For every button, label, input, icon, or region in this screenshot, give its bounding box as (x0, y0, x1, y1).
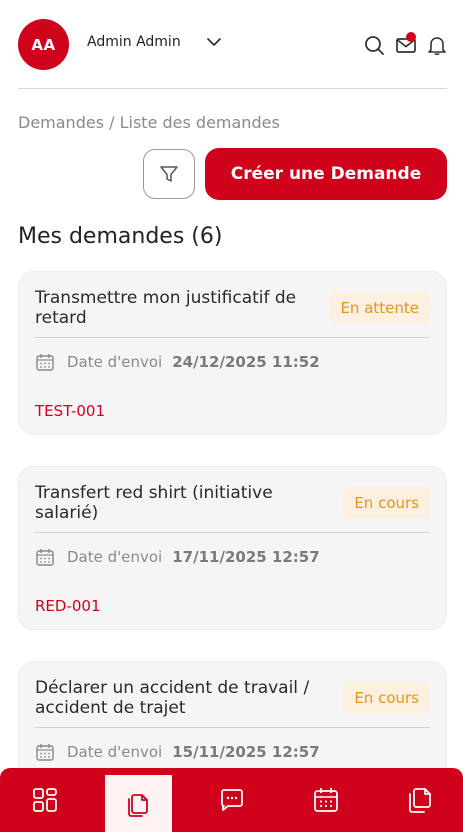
request-title: Transfert red shirt (initiative salarié) (35, 483, 273, 523)
card-divider (35, 337, 430, 338)
user-name[interactable]: Admin Admin (87, 34, 181, 50)
nav-calendar[interactable] (292, 768, 359, 832)
filter-icon (160, 166, 178, 182)
date-row: Date d'envoi 24/12/2025 11:52 (35, 352, 320, 372)
documents-icon (127, 793, 148, 817)
date-label: Date d'envoi (67, 548, 163, 566)
nav-dashboard[interactable] (11, 768, 78, 832)
nav-messages[interactable] (198, 768, 265, 832)
request-title: Transmettre mon justificatif de retard (35, 288, 297, 328)
date-row: Date d'envoi 15/11/2025 12:57 (35, 742, 320, 762)
calendar-icon (36, 354, 54, 371)
status-badge: En cours (343, 487, 430, 519)
request-reference: RED-001 (35, 597, 101, 615)
date-value: 17/11/2025 12:57 (172, 548, 320, 566)
search-icon[interactable] (363, 34, 385, 56)
date-label: Date d'envoi (67, 353, 163, 371)
request-card[interactable]: Transmettre mon justificatif de retard E… (18, 271, 447, 435)
card-divider (35, 727, 430, 728)
messages-icon (220, 789, 243, 811)
breadcrumb[interactable]: Demandes / Liste des demandes (18, 113, 280, 132)
nav-files[interactable] (386, 768, 453, 832)
page: AA Admin Admin Demandes / Liste des dema… (0, 0, 463, 832)
card-divider (35, 532, 430, 533)
files-icon (408, 788, 431, 813)
date-value: 15/11/2025 12:57 (172, 743, 320, 761)
chevron-down-icon[interactable] (205, 35, 223, 49)
dashboard-icon (32, 788, 57, 812)
app-header: AA Admin Admin (0, 0, 463, 89)
bottom-nav (0, 768, 463, 832)
bell-icon[interactable] (426, 34, 448, 56)
section-title: Mes demandes (6) (18, 224, 223, 249)
date-value: 24/12/2025 11:52 (172, 353, 320, 371)
filter-button[interactable] (143, 149, 195, 199)
calendar-icon (36, 549, 54, 566)
calendar-icon (313, 788, 338, 812)
status-badge: En cours (343, 682, 430, 714)
nav-documents[interactable] (105, 772, 172, 832)
request-title: Déclarer un accident de travail / accide… (35, 678, 310, 718)
avatar[interactable]: AA (18, 19, 69, 70)
date-row: Date d'envoi 17/11/2025 12:57 (35, 547, 320, 567)
create-request-button[interactable]: Créer une Demande (205, 148, 447, 200)
notification-dot (406, 32, 416, 42)
calendar-icon (36, 744, 54, 761)
status-badge: En attente (329, 292, 430, 324)
header-divider (18, 88, 447, 89)
date-label: Date d'envoi (67, 743, 163, 761)
request-reference: TEST-001 (35, 402, 105, 420)
request-card[interactable]: Transfert red shirt (initiative salarié)… (18, 466, 447, 630)
